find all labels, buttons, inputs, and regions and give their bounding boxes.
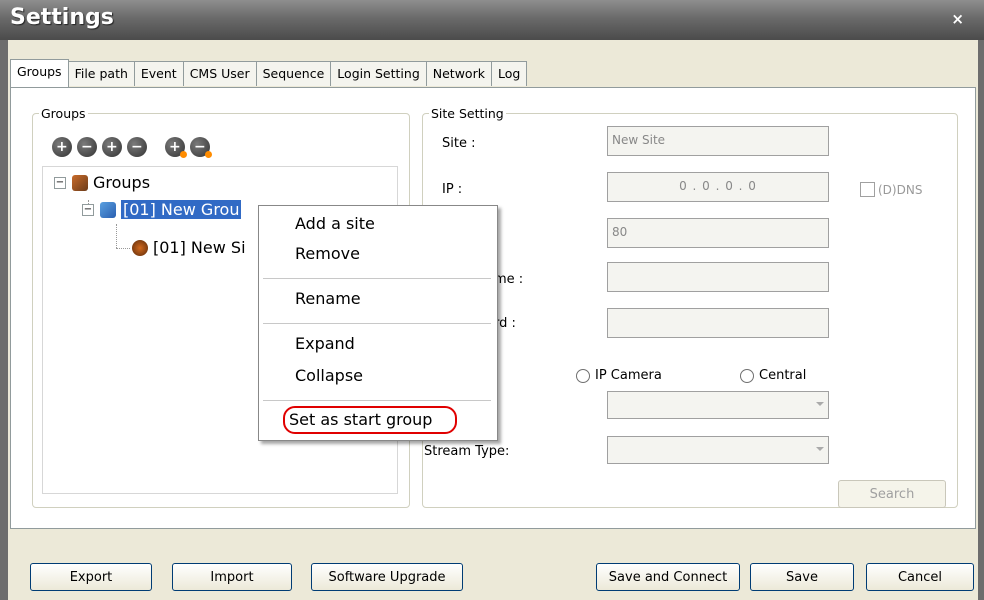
add-site-icon[interactable]: + [102, 137, 122, 157]
save-and-connect-button[interactable]: Save and Connect [596, 563, 740, 591]
username-label: me : [494, 272, 524, 287]
tree-node-site[interactable]: [01] New Si [132, 238, 246, 257]
collapse-icon[interactable]: − [54, 176, 66, 189]
menu-separator [263, 400, 491, 401]
site-setting-groupbox-title: Site Setting [431, 106, 504, 121]
save-button[interactable]: Save [750, 563, 854, 591]
tree-node-group[interactable]: − [01] New Grou [82, 200, 242, 219]
radio-circle[interactable] [576, 368, 590, 383]
radio-ip-camera[interactable]: IP Camera [576, 368, 662, 383]
menu-separator [263, 278, 491, 279]
collapse-icon[interactable]: − [82, 203, 94, 216]
tree-connector [116, 224, 117, 248]
dropdown-arrow-icon[interactable] [816, 447, 824, 451]
username-field[interactable] [607, 262, 829, 292]
tab-sequence[interactable]: Sequence [255, 61, 332, 86]
ddns-checkbox[interactable]: (D)DNS [860, 182, 922, 197]
group-globe-icon [100, 201, 116, 218]
tree-connector [116, 248, 130, 249]
checkbox-box[interactable] [860, 182, 875, 197]
device-type-select[interactable] [607, 391, 829, 419]
tab-event[interactable]: Event [133, 61, 184, 86]
tab-groups[interactable]: Groups [10, 59, 69, 87]
window-frame-right [978, 40, 984, 600]
tab-network[interactable]: Network [425, 61, 492, 86]
tab-file-path[interactable]: File path [67, 61, 135, 86]
window-title: Settings [10, 5, 114, 30]
import-button[interactable]: Import [172, 563, 292, 591]
dropdown-arrow-icon[interactable] [816, 402, 824, 406]
site-name-field[interactable]: New Site [607, 126, 829, 156]
tab-strip: Groups File path Event CMS User Sequence… [10, 59, 528, 87]
remove-site-icon[interactable]: − [127, 137, 147, 157]
radio-central-label: Central [759, 368, 807, 383]
window-frame-left [0, 40, 8, 600]
menu-item-set-start-group[interactable]: Set as start group [289, 410, 432, 429]
add-group-icon[interactable]: + [52, 137, 72, 157]
radio-ip-camera-label: IP Camera [595, 368, 662, 383]
password-field[interactable] [607, 308, 829, 338]
menu-item-rename[interactable]: Rename [295, 289, 361, 308]
cancel-button[interactable]: Cancel [866, 563, 974, 591]
tree-node-root[interactable]: − Groups [54, 173, 150, 192]
tab-cms-user[interactable]: CMS User [182, 61, 257, 86]
group-folder-icon [72, 174, 88, 191]
software-upgrade-button[interactable]: Software Upgrade [311, 563, 463, 591]
groups-toolbar: + − + − + − [52, 137, 215, 158]
ip-address-field[interactable]: 0 . 0 . 0 . 0 [607, 172, 829, 202]
groups-groupbox-title: Groups [41, 106, 86, 121]
stream-type-select[interactable] [607, 436, 829, 464]
tree-node-label: [01] New Si [153, 238, 246, 257]
search-button[interactable]: Search [838, 480, 946, 508]
menu-item-collapse[interactable]: Collapse [295, 366, 363, 385]
menu-item-remove[interactable]: Remove [295, 244, 360, 263]
settings-window: Settings × Groups File path Event CMS Us… [0, 0, 984, 600]
site-label: Site : [442, 136, 476, 151]
context-menu: Add a site Remove Rename Expand Collapse… [258, 205, 498, 441]
export-button[interactable]: Export [30, 563, 152, 591]
radio-central[interactable]: Central [740, 368, 806, 383]
close-icon[interactable]: × [951, 10, 964, 28]
ddns-label: (D)DNS [878, 182, 923, 197]
stream-type-label: Stream Type: [424, 444, 510, 459]
move-down-icon[interactable]: − [190, 137, 212, 158]
tree-node-label: [01] New Grou [121, 200, 242, 219]
site-globe-icon [132, 239, 148, 256]
tab-log[interactable]: Log [490, 61, 528, 86]
menu-separator [263, 323, 491, 324]
remove-group-icon[interactable]: − [77, 137, 97, 157]
tree-node-label: Groups [93, 173, 151, 192]
radio-circle[interactable] [740, 368, 754, 383]
menu-item-add-site[interactable]: Add a site [295, 214, 375, 233]
tab-login-setting[interactable]: Login Setting [330, 61, 427, 86]
menu-item-expand[interactable]: Expand [295, 334, 355, 353]
title-bar[interactable]: Settings × [0, 0, 984, 40]
move-up-icon[interactable]: + [165, 137, 187, 158]
port-field[interactable]: 80 [607, 218, 829, 248]
ip-label: IP : [442, 182, 463, 197]
